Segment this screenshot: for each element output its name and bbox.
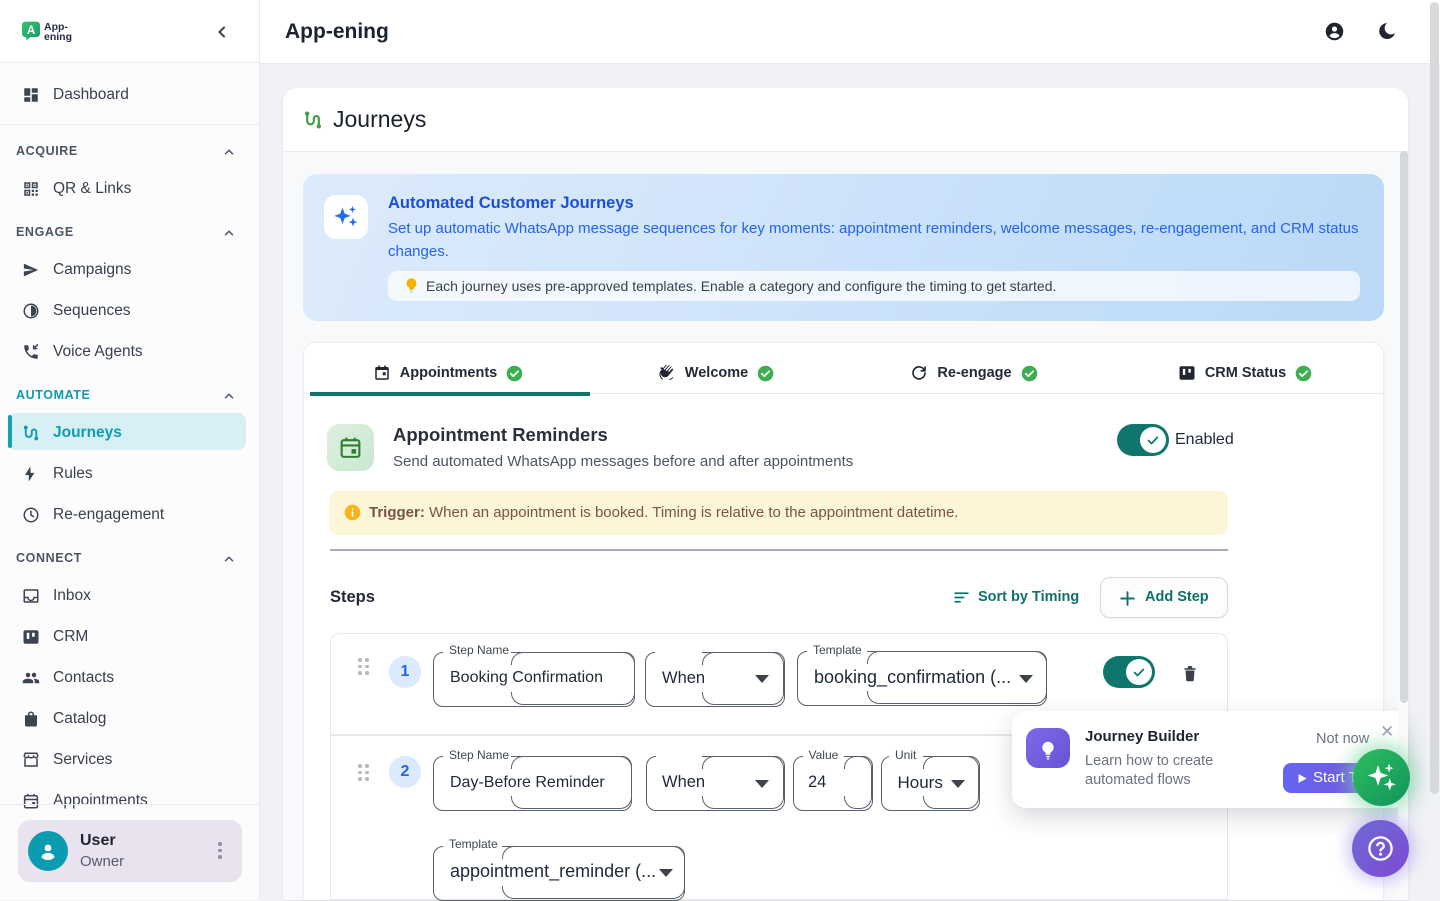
- svg-text:A: A: [27, 25, 36, 37]
